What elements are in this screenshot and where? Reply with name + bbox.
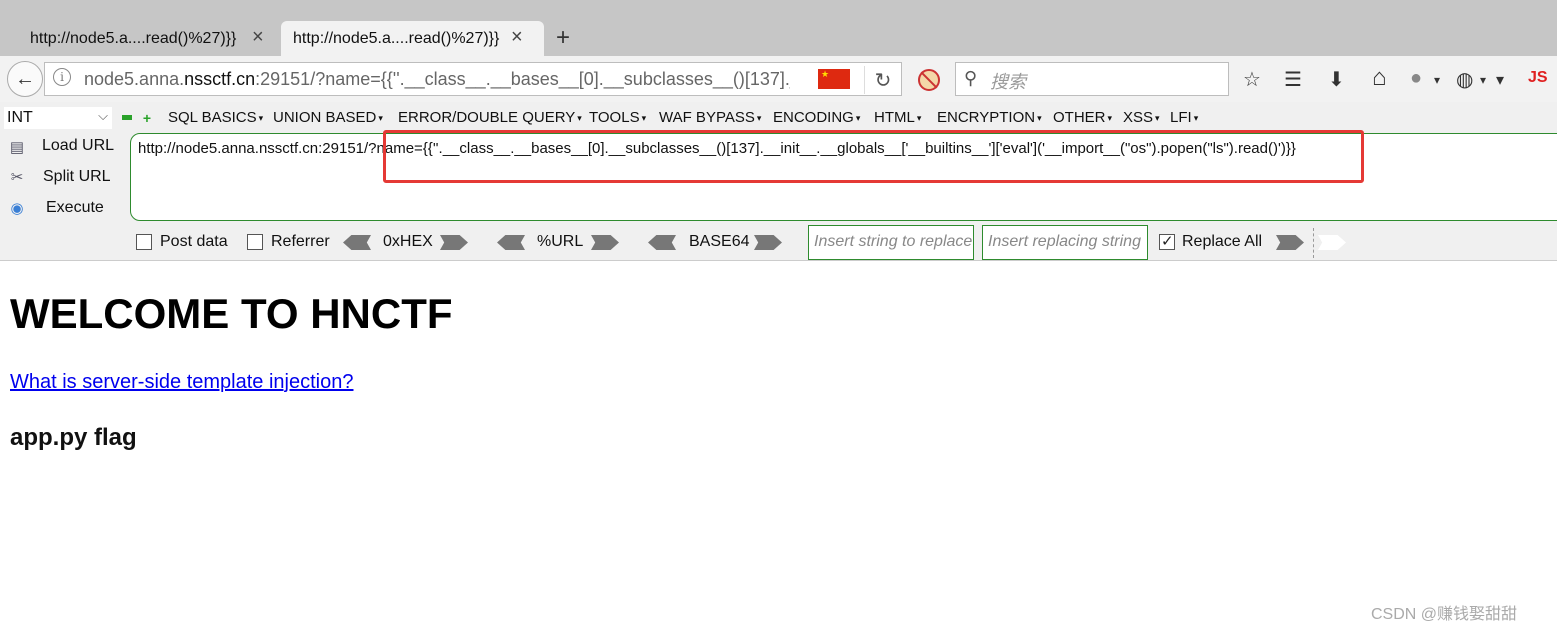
- close-icon[interactable]: ×: [252, 26, 264, 49]
- replace-string-placeholder: Insert string to replace: [814, 233, 972, 250]
- int-select-value: INT: [7, 109, 33, 126]
- command-output: app.py flag: [10, 424, 137, 451]
- noscript-icon[interactable]: [918, 69, 940, 91]
- bookmark-star-icon[interactable]: ☆: [1243, 67, 1261, 92]
- split-url-icon[interactable]: ✂: [7, 168, 27, 186]
- home-icon[interactable]: ⌂: [1372, 64, 1387, 92]
- page-title: WELCOME TO HNCTF: [10, 290, 453, 337]
- chevron-down-icon: ⌵: [98, 108, 108, 123]
- tab-2-title: http://node5.a....read()%27)}}: [293, 29, 500, 47]
- search-icon: ⚲: [964, 68, 978, 88]
- reload-icon[interactable]: ↻: [864, 66, 901, 94]
- overflow-menu-icon[interactable]: ▾: [1496, 70, 1504, 90]
- china-flag-icon[interactable]: ★: [818, 69, 850, 89]
- menu-tools[interactable]: TOOLS: [589, 109, 646, 126]
- palette-icon[interactable]: ◍: [1456, 67, 1473, 92]
- menu-waf-bypass[interactable]: WAF BYPASS: [659, 109, 761, 126]
- url-rest: :29151/?name={{''.__class__.__bases__[0]…: [255, 69, 790, 89]
- referrer-label: Referrer: [271, 233, 330, 250]
- post-data-checkbox[interactable]: [136, 234, 152, 250]
- minus-icon[interactable]: [122, 115, 132, 120]
- replace-all-checkbox[interactable]: [1159, 232, 1175, 250]
- hex-label: 0xHEX: [383, 233, 433, 250]
- menu-lfi[interactable]: LFI: [1170, 109, 1198, 126]
- info-icon[interactable]: i: [53, 68, 71, 86]
- js-toggle-icon[interactable]: JS: [1528, 69, 1548, 87]
- plus-icon[interactable]: +: [141, 111, 153, 125]
- download-icon[interactable]: ⬇: [1328, 67, 1345, 92]
- palette-menu-chevron-icon[interactable]: ▾: [1480, 73, 1486, 87]
- globe-menu-chevron-icon[interactable]: ▾: [1434, 73, 1440, 87]
- execute-icon[interactable]: ◉: [7, 199, 27, 217]
- flag-star-icon: ★: [821, 69, 830, 79]
- url-domain: nssctf.cn: [184, 69, 256, 89]
- menu-other[interactable]: OTHER: [1053, 109, 1112, 126]
- int-select[interactable]: INT ⌵: [4, 107, 112, 129]
- reader-list-icon[interactable]: ☰: [1284, 67, 1302, 92]
- new-tab-icon[interactable]: +: [556, 24, 570, 52]
- menu-sql-basics[interactable]: SQL BASICS: [168, 109, 263, 126]
- tab-2-active[interactable]: http://node5.a....read()%27)}} ×: [281, 21, 544, 56]
- ssti-info-link[interactable]: What is server-side template injection?: [10, 371, 353, 394]
- csdn-watermark: CSDN @赚钱娶甜甜: [1371, 606, 1518, 623]
- base64-label: BASE64: [689, 233, 750, 250]
- address-text[interactable]: node5.anna.nssctf.cn:29151/?name={{''.__…: [84, 69, 790, 90]
- menu-union-based[interactable]: UNION BASED: [273, 109, 383, 126]
- tab-1[interactable]: http://node5.a....read()%27)}} ×: [20, 21, 280, 56]
- menu-xss[interactable]: XSS: [1123, 109, 1160, 126]
- globe-icon[interactable]: ●: [1410, 67, 1422, 90]
- menu-encoding[interactable]: ENCODING: [773, 109, 860, 126]
- execute-button[interactable]: Execute: [46, 199, 104, 217]
- referrer-checkbox[interactable]: [247, 234, 263, 250]
- split-url-button[interactable]: Split URL: [43, 168, 111, 186]
- replacing-string-placeholder: Insert replacing string: [988, 233, 1141, 250]
- toolbar-separator: [1313, 228, 1314, 258]
- url-prefix: node5.anna.: [84, 69, 185, 89]
- search-placeholder: 搜索: [990, 72, 1026, 92]
- menu-encryption[interactable]: ENCRYPTION: [937, 109, 1042, 126]
- url-encoding-label: %URL: [537, 233, 584, 250]
- replace-all-label: Replace All: [1182, 233, 1263, 250]
- tab-1-title: http://node5.a....read()%27)}}: [30, 29, 237, 47]
- load-url-icon[interactable]: ▤: [7, 138, 27, 156]
- back-icon[interactable]: ←: [7, 61, 43, 97]
- menu-html[interactable]: HTML: [874, 109, 921, 126]
- post-data-label: Post data: [160, 233, 228, 250]
- close-icon[interactable]: ×: [511, 26, 523, 49]
- highlight-annotation-box: [383, 130, 1364, 183]
- menu-error-double-query[interactable]: ERROR/DOUBLE QUERY: [398, 109, 582, 126]
- load-url-button[interactable]: Load URL: [42, 137, 114, 155]
